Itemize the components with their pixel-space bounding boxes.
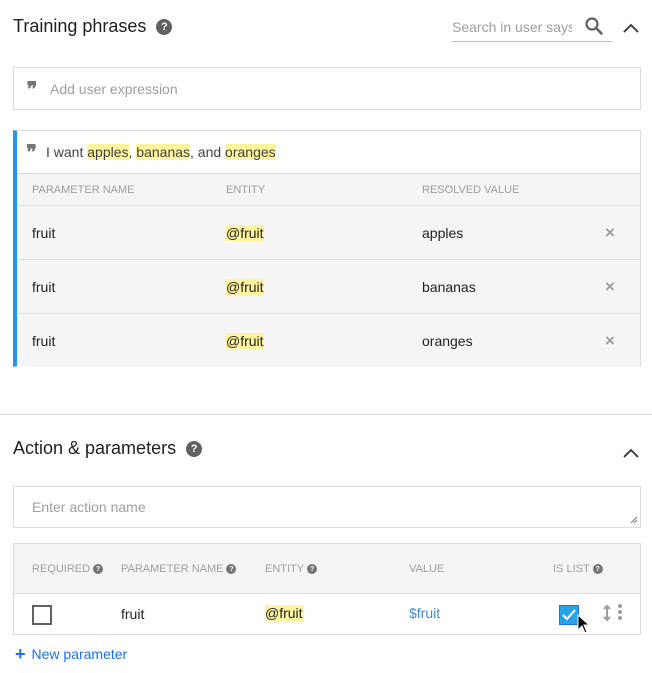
col-is-list-label: IS LIST bbox=[553, 563, 590, 575]
table-row: fruit @fruit $fruit bbox=[14, 594, 640, 634]
search-input[interactable] bbox=[452, 14, 572, 40]
phrase-separator: , and bbox=[190, 144, 226, 160]
close-icon[interactable]: × bbox=[605, 277, 615, 297]
chevron-up-icon[interactable] bbox=[622, 447, 640, 459]
help-icon[interactable]: ? bbox=[156, 18, 173, 35]
resolved-value: bananas bbox=[422, 278, 476, 295]
resolved-value: apples bbox=[422, 224, 464, 241]
col-is-list: IS LIST ? bbox=[553, 563, 603, 575]
close-icon[interactable]: × bbox=[605, 223, 615, 243]
entity-tag[interactable]: @fruit bbox=[226, 332, 264, 349]
section-divider bbox=[0, 414, 652, 415]
close-icon[interactable]: × bbox=[605, 331, 615, 351]
col-entity-label: ENTITY bbox=[265, 563, 305, 575]
table-row: fruit @fruit apples × bbox=[17, 205, 640, 259]
new-parameter-label: New parameter bbox=[31, 646, 128, 662]
training-phrase-card[interactable]: ❞ I want apples, bananas, and oranges PA… bbox=[13, 130, 641, 367]
phrase-prefix: I want bbox=[46, 144, 88, 160]
quote-icon: ❞ bbox=[26, 78, 38, 99]
table-header: PARAMETER NAME ENTITY RESOLVED VALUE bbox=[17, 174, 640, 205]
col-parameter-name: PARAMETER NAME bbox=[32, 183, 135, 196]
col-entity: ENTITY ? bbox=[265, 563, 318, 575]
help-icon[interactable]: ? bbox=[307, 564, 318, 574]
col-value-label: VALUE bbox=[409, 563, 445, 575]
table-row: fruit @fruit bananas × bbox=[17, 259, 640, 313]
col-parameter-name-label: PARAMETER NAME bbox=[121, 563, 224, 575]
new-parameter-button[interactable]: + New parameter bbox=[15, 644, 128, 664]
col-value: VALUE bbox=[409, 563, 444, 575]
add-user-expression[interactable]: ❞ bbox=[13, 67, 641, 110]
required-checkbox[interactable] bbox=[32, 605, 52, 625]
help-icon[interactable]: ? bbox=[93, 564, 104, 574]
mouse-cursor-icon bbox=[577, 614, 591, 634]
entity-tag[interactable]: @fruit bbox=[226, 278, 264, 295]
parameter-name: fruit bbox=[32, 332, 56, 349]
parameter-name: fruit bbox=[32, 278, 56, 295]
col-parameter-name: PARAMETER NAME ? bbox=[121, 563, 237, 575]
parameter-name: fruit bbox=[32, 224, 56, 241]
is-list-checkbox[interactable] bbox=[559, 605, 579, 625]
parameter-name[interactable]: fruit bbox=[121, 606, 144, 622]
parameters-table: REQUIRED ? PARAMETER NAME ? ENTITY ? VAL… bbox=[13, 543, 641, 635]
col-entity: ENTITY bbox=[226, 183, 266, 196]
search-user-says[interactable] bbox=[452, 14, 612, 42]
entity-annotation-bananas[interactable]: bananas bbox=[136, 144, 191, 160]
resize-grip-icon[interactable] bbox=[630, 516, 638, 524]
training-phrases-title: Training phrases ? bbox=[13, 16, 173, 37]
action-parameters-title-text: Action & parameters bbox=[13, 438, 177, 458]
col-required-label: REQUIRED bbox=[32, 563, 91, 575]
phrase-text[interactable]: I want apples, bananas, and oranges bbox=[46, 144, 276, 160]
action-parameters-title: Action & parameters ? bbox=[13, 438, 203, 459]
reorder-handle-icon[interactable] bbox=[602, 604, 612, 622]
help-icon[interactable]: ? bbox=[186, 440, 203, 457]
more-vert-icon[interactable] bbox=[617, 603, 623, 621]
plus-icon: + bbox=[15, 644, 26, 664]
training-phrases-title-text: Training phrases bbox=[13, 16, 147, 36]
action-name-input[interactable] bbox=[13, 486, 641, 528]
quote-icon: ❞ bbox=[26, 142, 37, 162]
user-expression-input[interactable] bbox=[50, 80, 640, 97]
entity-tag[interactable]: @fruit bbox=[226, 224, 264, 241]
help-icon[interactable]: ? bbox=[226, 564, 237, 574]
training-phrase[interactable]: ❞ I want apples, bananas, and oranges bbox=[17, 131, 640, 173]
parameter-value[interactable]: $fruit bbox=[409, 605, 440, 621]
entity-annotation-apples[interactable]: apples bbox=[87, 144, 129, 160]
entity-annotation-oranges[interactable]: oranges bbox=[225, 144, 276, 160]
col-resolved-value: RESOLVED VALUE bbox=[422, 183, 520, 196]
table-row: fruit @fruit oranges × bbox=[17, 313, 640, 367]
resolved-value: oranges bbox=[422, 332, 473, 349]
help-icon[interactable]: ? bbox=[592, 564, 603, 574]
entity-tag[interactable]: @fruit bbox=[265, 605, 303, 621]
phrase-parameter-table: PARAMETER NAME ENTITY RESOLVED VALUE fru… bbox=[17, 173, 640, 367]
checkmark-icon bbox=[562, 609, 576, 621]
table-header: REQUIRED ? PARAMETER NAME ? ENTITY ? VAL… bbox=[14, 544, 640, 594]
col-required: REQUIRED ? bbox=[32, 563, 104, 575]
chevron-up-icon[interactable] bbox=[622, 22, 640, 34]
search-icon[interactable] bbox=[584, 16, 604, 36]
